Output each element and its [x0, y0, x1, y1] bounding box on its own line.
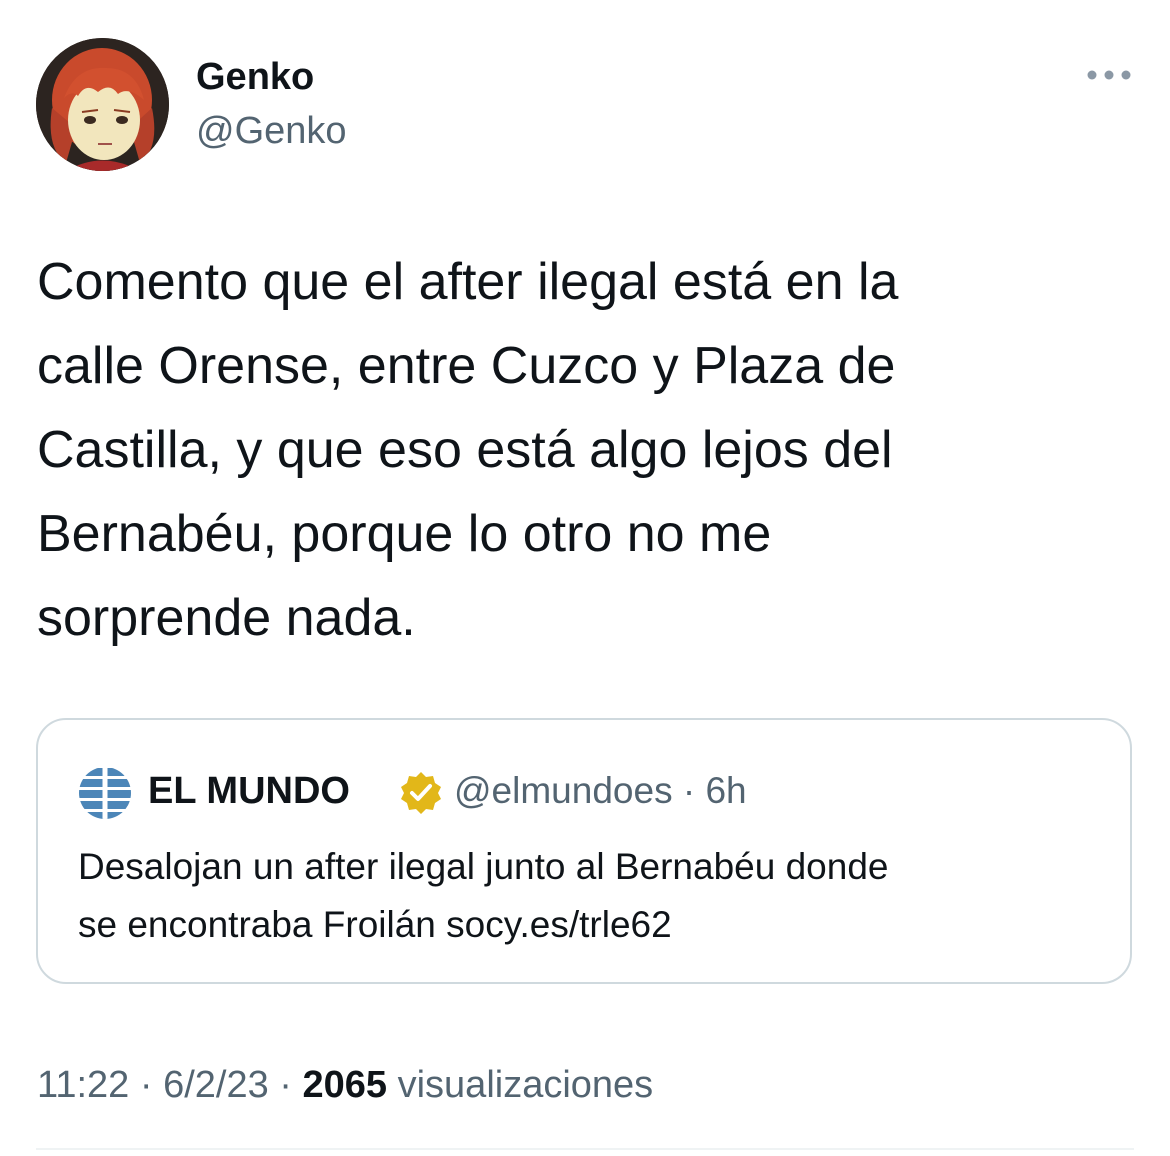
- tweet-text: Comento que el after ilegal está en la c…: [37, 253, 899, 647]
- quoted-handle[interactable]: @elmundoes: [454, 770, 673, 811]
- quoted-text: Desalojan un after ilegal junto al Berna…: [78, 846, 889, 945]
- avatar-image: [36, 38, 169, 171]
- quoted-meta: @elmundoes · 6h: [454, 768, 747, 814]
- el-mundo-globe-icon: [78, 766, 132, 820]
- author-handle[interactable]: @Genko: [196, 108, 347, 154]
- quoted-age[interactable]: 6h: [705, 770, 746, 811]
- tweet-time[interactable]: 11:22: [37, 1064, 129, 1106]
- separator: ·: [279, 1064, 292, 1106]
- separator: ·: [682, 770, 696, 811]
- views-count: 2065: [302, 1064, 388, 1106]
- more-horizontal-icon[interactable]: [1084, 62, 1134, 88]
- quoted-author-name[interactable]: EL MUNDO: [148, 768, 350, 814]
- divider: [36, 1148, 1134, 1150]
- separator: ·: [139, 1064, 153, 1106]
- author-name[interactable]: Genko: [196, 54, 314, 100]
- avatar[interactable]: [36, 38, 169, 171]
- views-label: visualizaciones: [397, 1064, 654, 1106]
- tweet-date[interactable]: 6/2/23: [163, 1064, 269, 1106]
- quoted-tweet[interactable]: EL MUNDO @elmundoes · 6h Desalojan un af…: [36, 718, 1132, 984]
- verified-badge-icon: [398, 770, 444, 816]
- tweet-card[interactable]: Genko @Genko Comento que el after ilegal…: [0, 0, 1170, 1156]
- tweet-footer: 11:22 · 6/2/23 · 2065 visualizaciones: [37, 1062, 653, 1108]
